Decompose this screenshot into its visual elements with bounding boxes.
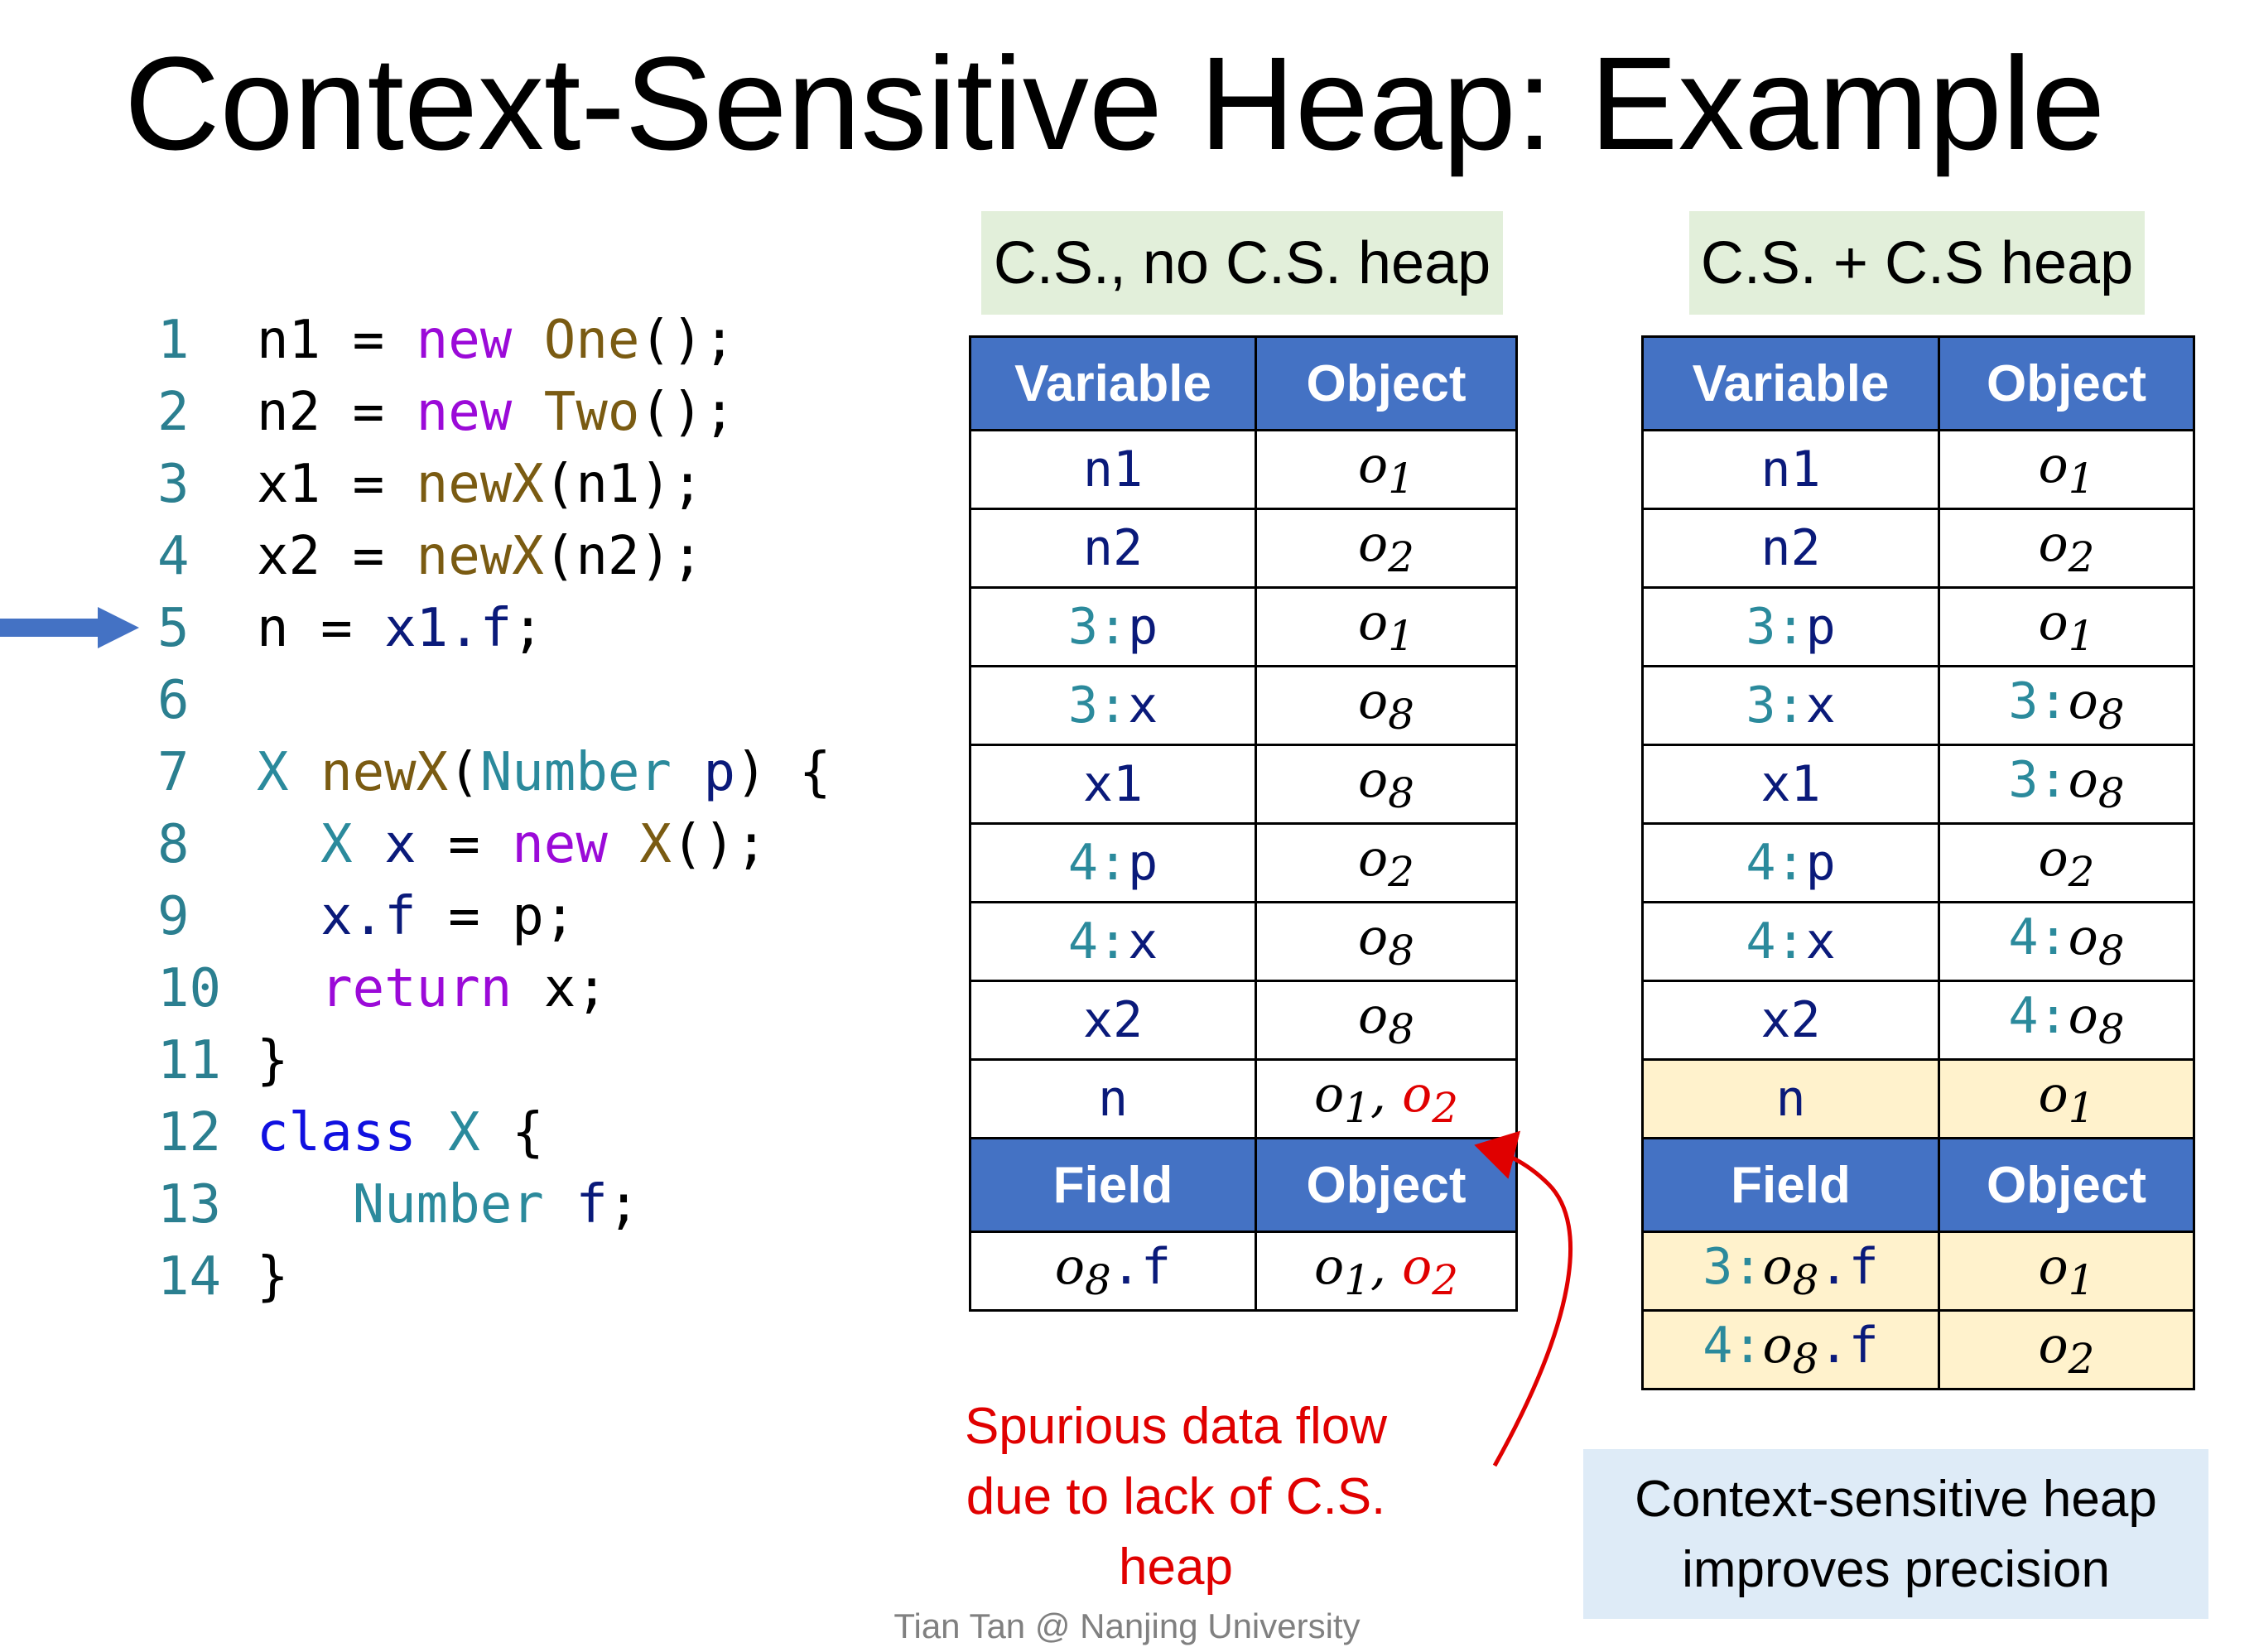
precision-note-line-1: Context-sensitive heap xyxy=(1635,1470,2157,1528)
spurious-note-line-1: Spurious data flow xyxy=(964,1398,1388,1455)
precision-note: Context-sensitive heap improves precisio… xyxy=(1583,1449,2208,1619)
spurious-note-line-2: due to lack of C.S. heap xyxy=(966,1468,1386,1596)
spurious-flow-note: Spurious data flow due to lack of C.S. h… xyxy=(927,1391,1424,1602)
footer: Tian Tan @ Nanjing University xyxy=(893,1606,1361,1645)
precision-note-line-2: improves precision xyxy=(1682,1540,2110,1598)
